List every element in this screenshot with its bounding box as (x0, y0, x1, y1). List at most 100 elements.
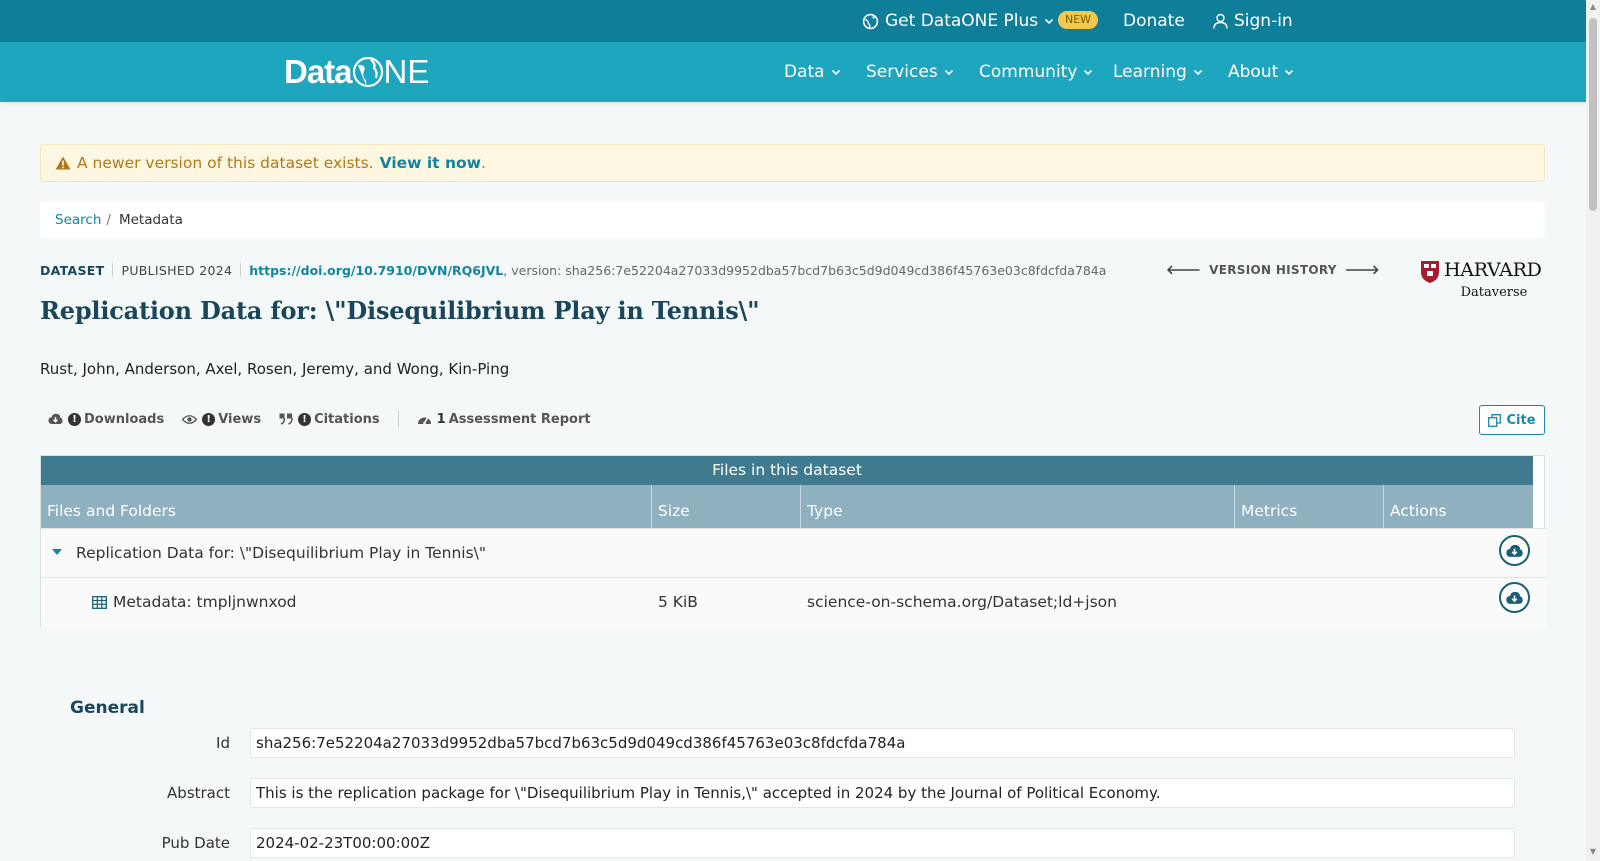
metric-unavailable-icon: ! (68, 412, 81, 426)
assessment-count: 1 (436, 411, 446, 427)
abstract-label: Abstract (167, 784, 230, 802)
get-dataone-plus-menu[interactable]: Get DataONE Plus (862, 0, 1060, 42)
views-label: Views (218, 411, 262, 427)
nav-data[interactable]: Data (784, 42, 841, 102)
downloads-metric[interactable]: ! Downloads (48, 412, 164, 427)
metric-unavailable-icon: ! (202, 412, 216, 426)
warning-icon (55, 156, 71, 170)
nav-services[interactable]: Services (866, 42, 954, 102)
column-header-size: Size (652, 485, 801, 528)
nav-community[interactable]: Community (979, 42, 1093, 102)
repository-sub: Dataverse (1460, 285, 1528, 300)
table-icon (92, 595, 107, 609)
breadcrumb-current: Metadata (118, 212, 183, 228)
file-size: 5 KiB (658, 593, 698, 611)
gauge-icon (417, 417, 431, 425)
version-history-nav: 🡐 VERSION HISTORY 🡒 (1158, 262, 1388, 278)
nav-services-label: Services (866, 62, 938, 82)
file-row[interactable]: Metadata: tmpljnwnxod 5 KiB science-on-s… (41, 578, 1546, 628)
top-bar: Get DataONE Plus NEW Donate Sign-in (0, 0, 1586, 42)
chevron-down-icon (944, 69, 953, 76)
breadcrumb: Search / Metadata (40, 202, 1545, 238)
assessment-label: Assessment Report (448, 411, 591, 427)
doi-link[interactable]: https://doi.org/10.7910/DVN/RQ6JVL (249, 263, 503, 278)
general-section-heading: General (70, 698, 145, 718)
file-name-cell: Metadata: tmpljnwnxod (92, 593, 297, 611)
alert-message: A newer version of this dataset exists. (77, 154, 374, 172)
cloud-download-icon (48, 413, 63, 424)
cite-label: Cite (1506, 412, 1536, 428)
eye-icon (182, 414, 198, 424)
new-badge: NEW (1058, 11, 1099, 29)
scroll-down-arrow-icon[interactable]: ▼ (1589, 848, 1597, 856)
chevron-down-icon (1045, 18, 1054, 25)
abstract-value: This is the replication package for \"Di… (250, 778, 1515, 808)
nav-about-label: About (1228, 62, 1279, 82)
alert-trailing: . (481, 154, 486, 172)
column-header-files: Files and Folders (41, 485, 652, 528)
download-folder-button[interactable] (1499, 535, 1530, 566)
sign-in-label: Sign-in (1234, 11, 1293, 31)
dataone-logo[interactable]: Data NE (284, 52, 429, 92)
chevron-down-icon (1285, 69, 1294, 76)
nav-about[interactable]: About (1228, 42, 1294, 102)
meta-divider (112, 263, 114, 277)
next-version-arrow-icon[interactable]: 🡒 (1345, 262, 1380, 278)
cite-button[interactable]: Cite (1479, 405, 1545, 435)
repository-name: HARVARD (1444, 259, 1542, 281)
file-name[interactable]: Metadata: tmpljnwnxod (113, 593, 297, 611)
column-header-actions: Actions (1390, 502, 1447, 520)
get-dataone-plus-label: Get DataONE Plus (885, 11, 1039, 31)
logo-one-text: NE (352, 53, 430, 91)
folder-row[interactable]: Replication Data for: \"Disequilibrium P… (41, 528, 1546, 578)
nav-learning-label: Learning (1113, 62, 1187, 82)
copy-icon (1488, 413, 1502, 427)
dataset-title: Replication Data for: \"Disequilibrium P… (40, 296, 760, 325)
breadcrumb-separator: / (106, 212, 111, 228)
citations-metric[interactable]: ! Citations (279, 412, 380, 427)
nav-learning[interactable]: Learning (1113, 42, 1203, 102)
dataset-type-label: DATASET (40, 262, 105, 278)
caret-down-icon[interactable] (52, 549, 62, 556)
files-table-title: Files in this dataset (41, 456, 1533, 485)
globe-icon (352, 56, 383, 88)
metric-unavailable-icon: ! (298, 412, 312, 426)
files-table: Files in this dataset Files and Folders … (40, 455, 1546, 628)
file-type: science-on-schema.org/Dataset;ld+json (807, 593, 1117, 611)
pub-date-value: 2024-02-23T00:00:00Z (250, 828, 1515, 858)
download-file-button[interactable] (1499, 582, 1530, 613)
breadcrumb-search-link[interactable]: Search (55, 212, 101, 228)
chevron-down-icon (831, 69, 840, 76)
views-metric[interactable]: ! Views (182, 412, 261, 427)
column-header-metrics: Metrics (1235, 485, 1384, 528)
version-history-label[interactable]: VERSION HISTORY (1209, 263, 1337, 277)
meta-divider (240, 263, 242, 277)
harvard-shield-icon (1421, 261, 1439, 283)
column-header-type: Type (801, 485, 1235, 528)
published-label: PUBLISHED 2024 (121, 262, 233, 278)
citations-label: Citations (314, 411, 380, 427)
chevron-down-icon (1084, 69, 1093, 76)
logo-ne-text: NE (383, 53, 430, 90)
dataset-meta-line: DATASET PUBLISHED 2024 https://doi.org/1… (40, 262, 1106, 278)
previous-version-arrow-icon[interactable]: 🡐 (1166, 262, 1201, 278)
sign-in-link[interactable]: Sign-in (1213, 0, 1293, 42)
harvard-dataverse-logo[interactable]: HARVARD Dataverse (1418, 259, 1545, 303)
scroll-up-arrow-icon[interactable]: ▲ (1589, 3, 1597, 11)
cloud-download-icon (1506, 544, 1523, 557)
scroll-thumb[interactable] (1589, 18, 1597, 211)
globe-sparkle-icon (862, 13, 879, 29)
id-label: Id (216, 734, 230, 752)
metrics-divider (397, 411, 399, 427)
files-table-header: Files and Folders Size Type Metrics Acti… (41, 485, 1533, 528)
downloads-label: Downloads (84, 411, 165, 427)
version-id: , version: sha256:7e52204a27033d9952dba5… (503, 262, 1107, 278)
page-scrollbar[interactable]: ▲ ▼ (1586, 0, 1600, 861)
dataset-authors: Rust, John, Anderson, Axel, Rosen, Jerem… (40, 360, 510, 378)
folder-name: Replication Data for: \"Disequilibrium P… (76, 544, 487, 562)
assessment-report-metric[interactable]: 1 Assessment Report (417, 412, 591, 427)
newer-version-alert: A newer version of this dataset exists. … (40, 144, 1545, 182)
view-newer-version-link[interactable]: View it now (380, 154, 481, 172)
donate-link[interactable]: Donate (1123, 0, 1185, 42)
main-navbar: Data NE Data Services Community Learning… (0, 42, 1586, 102)
